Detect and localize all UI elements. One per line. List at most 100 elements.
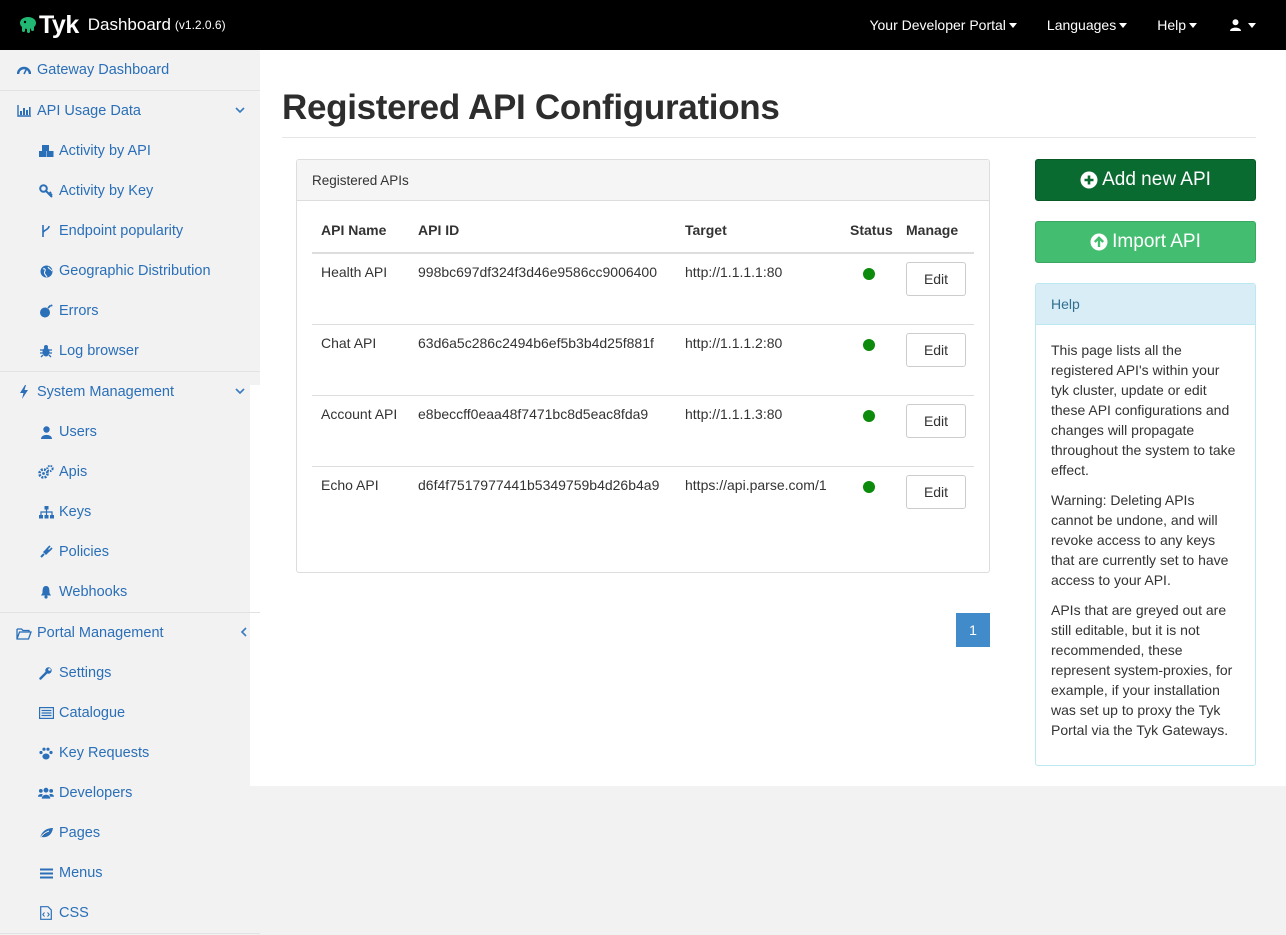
folder-open-icon bbox=[16, 625, 32, 641]
api-target: http://1.1.1.1:80 bbox=[685, 264, 783, 280]
caret-down-icon bbox=[1248, 22, 1256, 28]
sidebar-item-users[interactable]: Users bbox=[0, 412, 260, 452]
help-body: This page lists all the registered API's… bbox=[1036, 325, 1255, 740]
table-row: Echo API d6f4f7517977441b5349759b4d26b4a… bbox=[312, 467, 974, 538]
nav-languages-label: Languages bbox=[1046, 17, 1117, 33]
caret-down-icon bbox=[1008, 22, 1017, 28]
sidebar: Gateway Dashboard API Usage Data Activit… bbox=[0, 50, 260, 935]
wrench-icon bbox=[38, 665, 54, 681]
chevron-down-icon bbox=[235, 103, 245, 117]
user-icon bbox=[1230, 19, 1241, 31]
sidebar-item-label: Apis bbox=[59, 464, 88, 480]
sidebar-item-system-management[interactable]: System Management bbox=[0, 372, 260, 412]
nav-developer-portal-label: Your Developer Portal bbox=[869, 17, 1006, 33]
sitemap-icon bbox=[38, 504, 54, 520]
help-panel: Help This page lists all the registered … bbox=[1035, 283, 1256, 766]
sidebar-item-settings[interactable]: Settings bbox=[0, 653, 260, 693]
sidebar-item-label: Geographic Distribution bbox=[59, 263, 211, 279]
column-header-target: Target bbox=[685, 222, 727, 238]
add-new-api-label: Add new API bbox=[1102, 169, 1211, 190]
status-indicator bbox=[863, 268, 875, 280]
panel-heading: Registered APIs bbox=[297, 160, 989, 201]
sidebar-item-log-browser[interactable]: Log browser bbox=[0, 331, 260, 371]
nav-help-label: Help bbox=[1157, 17, 1186, 33]
api-name: Chat API bbox=[321, 335, 377, 351]
pagination-page-1[interactable]: 1 bbox=[956, 613, 990, 647]
bolt-icon bbox=[16, 384, 32, 400]
nav-help[interactable]: Help bbox=[1157, 0, 1230, 50]
edit-button[interactable]: Edit bbox=[906, 333, 966, 367]
sidebar-item-key-requests[interactable]: Key Requests bbox=[0, 733, 260, 773]
sidebar-item-label: Developers bbox=[59, 785, 133, 801]
nav-developer-portal[interactable]: Your Developer Portal bbox=[869, 0, 1046, 50]
api-table: API Name API ID Target Status Manage Hea… bbox=[312, 222, 974, 538]
top-navbar: Tyk Dashboard (v1.2.0.6) Your Developer … bbox=[0, 0, 1286, 50]
import-api-button[interactable]: Import API bbox=[1035, 221, 1256, 263]
brand-logo-link[interactable]: Tyk Dashboard (v1.2.0.6) bbox=[18, 11, 226, 39]
nav-languages[interactable]: Languages bbox=[1047, 0, 1157, 50]
user-icon bbox=[38, 424, 54, 440]
sidebar-item-css[interactable]: CSS bbox=[0, 893, 260, 933]
sidebar-item-pages[interactable]: Pages bbox=[0, 813, 260, 853]
sidebar-item-apis[interactable]: Apis bbox=[0, 452, 260, 492]
sidebar-item-label: Errors bbox=[59, 303, 99, 319]
api-target: https://api.parse.com/1 bbox=[685, 477, 827, 493]
sidebar-item-developers[interactable]: Developers bbox=[0, 773, 260, 813]
api-name: Health API bbox=[321, 264, 388, 280]
table-row: Account API e8beccff0eaa48f7471bc8d5eac8… bbox=[312, 396, 974, 467]
brand-version: (v1.2.0.6) bbox=[174, 18, 226, 32]
sidebar-item-webhooks[interactable]: Webhooks bbox=[0, 572, 260, 612]
sidebar-item-geographic-distribution[interactable]: Geographic Distribution bbox=[0, 251, 260, 291]
sidebar-item-activity-by-api[interactable]: Activity by API bbox=[0, 131, 260, 171]
sidebar-item-label: Gateway Dashboard bbox=[37, 62, 170, 78]
paw-icon bbox=[38, 745, 54, 761]
bomb-icon bbox=[38, 303, 54, 319]
api-target: http://1.1.1.3:80 bbox=[685, 406, 783, 422]
sidebar-item-label: Activity by Key bbox=[59, 183, 154, 199]
sidebar-item-gateway-dashboard[interactable]: Gateway Dashboard bbox=[0, 50, 260, 90]
add-new-api-button[interactable]: Add new API bbox=[1035, 159, 1256, 201]
sidebar-item-policies[interactable]: Policies bbox=[0, 532, 260, 572]
edit-button[interactable]: Edit bbox=[906, 475, 966, 509]
arrow-circle-up-icon bbox=[1090, 233, 1108, 251]
users-icon bbox=[38, 785, 54, 801]
sidebar-item-label: API Usage Data bbox=[37, 103, 141, 119]
sidebar-item-label: Key Requests bbox=[59, 745, 150, 761]
bell-icon bbox=[38, 584, 54, 600]
api-id: 63d6a5c286c2494b6ef5b3b4d25f881f bbox=[418, 335, 654, 351]
sidebar-item-errors[interactable]: Errors bbox=[0, 291, 260, 331]
edit-button[interactable]: Edit bbox=[906, 262, 966, 296]
nav-user-menu[interactable] bbox=[1230, 0, 1286, 50]
sidebar-item-activity-by-key[interactable]: Activity by Key bbox=[0, 171, 260, 211]
table-row: Health API 998bc697df324f3d46e9586cc9006… bbox=[312, 254, 974, 325]
help-paragraph: This page lists all the registered API's… bbox=[1051, 342, 1236, 478]
dashboard-icon bbox=[16, 62, 32, 78]
api-name: Echo API bbox=[321, 477, 379, 493]
table-header: API Name API ID Target Status Manage bbox=[312, 222, 974, 254]
sidebar-item-keys[interactable]: Keys bbox=[0, 492, 260, 532]
api-id: d6f4f7517977441b5349759b4d26b4a9 bbox=[418, 477, 660, 493]
api-target: http://1.1.1.2:80 bbox=[685, 335, 783, 351]
column-header-status: Status bbox=[850, 222, 893, 238]
edit-button[interactable]: Edit bbox=[906, 404, 966, 438]
bar-chart-icon bbox=[16, 103, 32, 119]
sidebar-item-catalogue[interactable]: Catalogue bbox=[0, 693, 260, 733]
sidebar-item-menus[interactable]: Menus bbox=[0, 853, 260, 893]
plus-circle-icon bbox=[1080, 171, 1098, 189]
sidebar-item-label: Portal Management bbox=[37, 625, 164, 641]
page-title: Registered API Configurations bbox=[282, 88, 780, 127]
sidebar-item-api-usage-data[interactable]: API Usage Data bbox=[0, 91, 260, 131]
sidebar-item-label: Policies bbox=[59, 544, 109, 560]
sidebar-item-endpoint-popularity[interactable]: Endpoint popularity bbox=[0, 211, 260, 251]
tyk-logo-icon bbox=[20, 17, 36, 33]
status-indicator bbox=[863, 410, 875, 422]
list-alt-icon bbox=[38, 705, 54, 721]
help-paragraph: APIs that are greyed out are still edita… bbox=[1051, 602, 1233, 738]
sidebar-item-portal-management[interactable]: Portal Management bbox=[0, 613, 260, 653]
leaf-icon bbox=[38, 825, 54, 841]
sidebar-item-label: Log browser bbox=[59, 343, 139, 359]
api-id: 998bc697df324f3d46e9586cc9006400 bbox=[418, 264, 658, 280]
bug-icon bbox=[38, 343, 54, 359]
sidebar-item-label: Menus bbox=[59, 865, 103, 881]
sidebar-item-label: Catalogue bbox=[59, 705, 126, 721]
